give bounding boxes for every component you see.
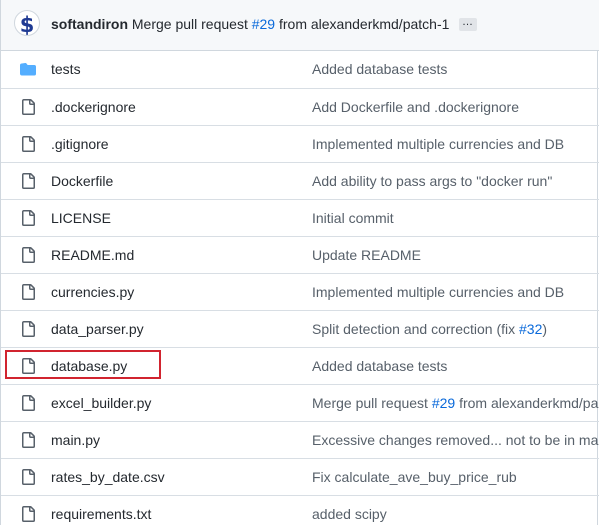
commit-issue-link[interactable]: #32 (519, 321, 542, 337)
commit-message[interactable]: Implemented multiple currencies and DB (312, 136, 564, 152)
file-row: .dockerignore Add Dockerfile and .dockeri… (1, 88, 599, 125)
commit-message-text[interactable]: added scipy (312, 506, 387, 522)
file-name-link[interactable]: .dockerignore (51, 99, 136, 115)
commit-message-prefix[interactable]: Merge pull request (132, 16, 248, 32)
commit-message[interactable]: Implemented multiple currencies and DB (312, 284, 564, 300)
file-row: Dockerfile Add ability to pass args to "d… (1, 162, 599, 199)
file-row: currencies.py Implemented multiple curren… (1, 273, 599, 310)
commit-message-text[interactable]: Initial commit (312, 210, 394, 226)
file-icon (20, 321, 36, 337)
file-icon (20, 136, 36, 152)
commit-message[interactable]: Split detection and correction (fix #32) (312, 321, 547, 337)
file-row: main.py Excessive changes removed... not … (1, 421, 599, 458)
commit-issue-link[interactable]: #29 (432, 395, 455, 411)
latest-commit-bar: $ softandiron Merge pull request #29 fro… (1, 0, 599, 51)
commit-message-text[interactable]: Added database tests (312, 358, 447, 374)
svg-text:$: $ (20, 13, 35, 36)
commit-message-suffix[interactable]: from alexanderkmd/patch-1 (279, 16, 449, 32)
file-icon (20, 432, 36, 448)
latest-commit-text: softandiron Merge pull request #29 from … (51, 16, 449, 32)
commit-message-text[interactable]: Update README (312, 247, 421, 263)
file-name-link[interactable]: excel_builder.py (51, 395, 151, 411)
file-name-link[interactable]: Dockerfile (51, 173, 113, 189)
file-row: data_parser.py Split detection and correc… (1, 310, 599, 347)
file-name-link[interactable]: data_parser.py (51, 321, 144, 337)
file-row: LICENSE Initial commit (1, 199, 599, 236)
commit-message[interactable]: Added database tests (312, 358, 447, 374)
file-name-link[interactable]: requirements.txt (51, 506, 151, 522)
file-icon (20, 395, 36, 411)
expand-commit-button[interactable]: … (459, 17, 477, 31)
file-browser: $ softandiron Merge pull request #29 fro… (0, 0, 599, 525)
commit-message[interactable]: Add ability to pass args to "docker run" (312, 173, 552, 189)
file-name-link[interactable]: tests (51, 61, 81, 77)
file-row: excel_builder.py Merge pull request #29 f… (1, 384, 599, 421)
file-name-link[interactable]: rates_by_date.csv (51, 469, 165, 485)
file-name-link[interactable]: LICENSE (51, 210, 111, 226)
file-icon (20, 247, 36, 263)
file-icon (20, 210, 36, 226)
commit-pr-link[interactable]: #29 (252, 16, 275, 32)
commit-message-text[interactable]: Fix calculate_ave_buy_price_rub (312, 469, 517, 485)
commit-message-text[interactable]: Add ability to pass args to "docker run" (312, 173, 552, 189)
file-name-link[interactable]: main.py (51, 432, 100, 448)
file-name-link[interactable]: currencies.py (51, 284, 134, 300)
file-row: README.md Update README (1, 236, 599, 273)
file-row: requirements.txt added scipy (1, 495, 599, 532)
commit-message-text[interactable]: Add Dockerfile and .dockerignore (312, 99, 519, 115)
commit-message[interactable]: added scipy (312, 506, 387, 522)
commit-message[interactable]: Add Dockerfile and .dockerignore (312, 99, 519, 115)
file-icon (20, 284, 36, 300)
commit-message[interactable]: Added database tests (312, 61, 447, 77)
folder-icon (20, 61, 36, 77)
file-name-link[interactable]: .gitignore (51, 136, 109, 152)
file-icon (20, 173, 36, 189)
commit-message-text[interactable]: Added database tests (312, 61, 447, 77)
file-icon (20, 469, 36, 485)
dollar-avatar-icon: $ (20, 13, 35, 36)
commit-message-text[interactable]: from alexanderkmd/pa (455, 395, 598, 411)
commit-author[interactable]: softandiron (51, 16, 128, 32)
file-name-link[interactable]: README.md (51, 247, 134, 263)
commit-message[interactable]: Fix calculate_ave_buy_price_rub (312, 469, 517, 485)
commit-message[interactable]: Initial commit (312, 210, 394, 226)
avatar[interactable]: $ (14, 10, 40, 36)
commit-message-text[interactable]: Split detection and correction (fix (312, 321, 519, 337)
commit-message-text[interactable]: Excessive changes removed... not to be i… (312, 432, 599, 448)
commit-message-text[interactable]: Implemented multiple currencies and DB (312, 284, 564, 300)
file-icon (20, 99, 36, 115)
commit-message[interactable]: Update README (312, 247, 421, 263)
commit-message[interactable]: Excessive changes removed... not to be i… (312, 432, 599, 448)
file-icon (20, 506, 36, 522)
file-row: rates_by_date.csv Fix calculate_ave_buy_p… (1, 458, 599, 495)
commit-message-text[interactable]: ) (542, 321, 547, 337)
highlight-box (5, 350, 161, 379)
commit-message-text[interactable]: Implemented multiple currencies and DB (312, 136, 564, 152)
file-row: .gitignore Implemented multiple currencie… (1, 125, 599, 162)
file-row: tests Added database tests (1, 51, 599, 88)
commit-message[interactable]: Merge pull request #29 from alexanderkmd… (312, 395, 598, 411)
commit-message-text[interactable]: Merge pull request (312, 395, 432, 411)
